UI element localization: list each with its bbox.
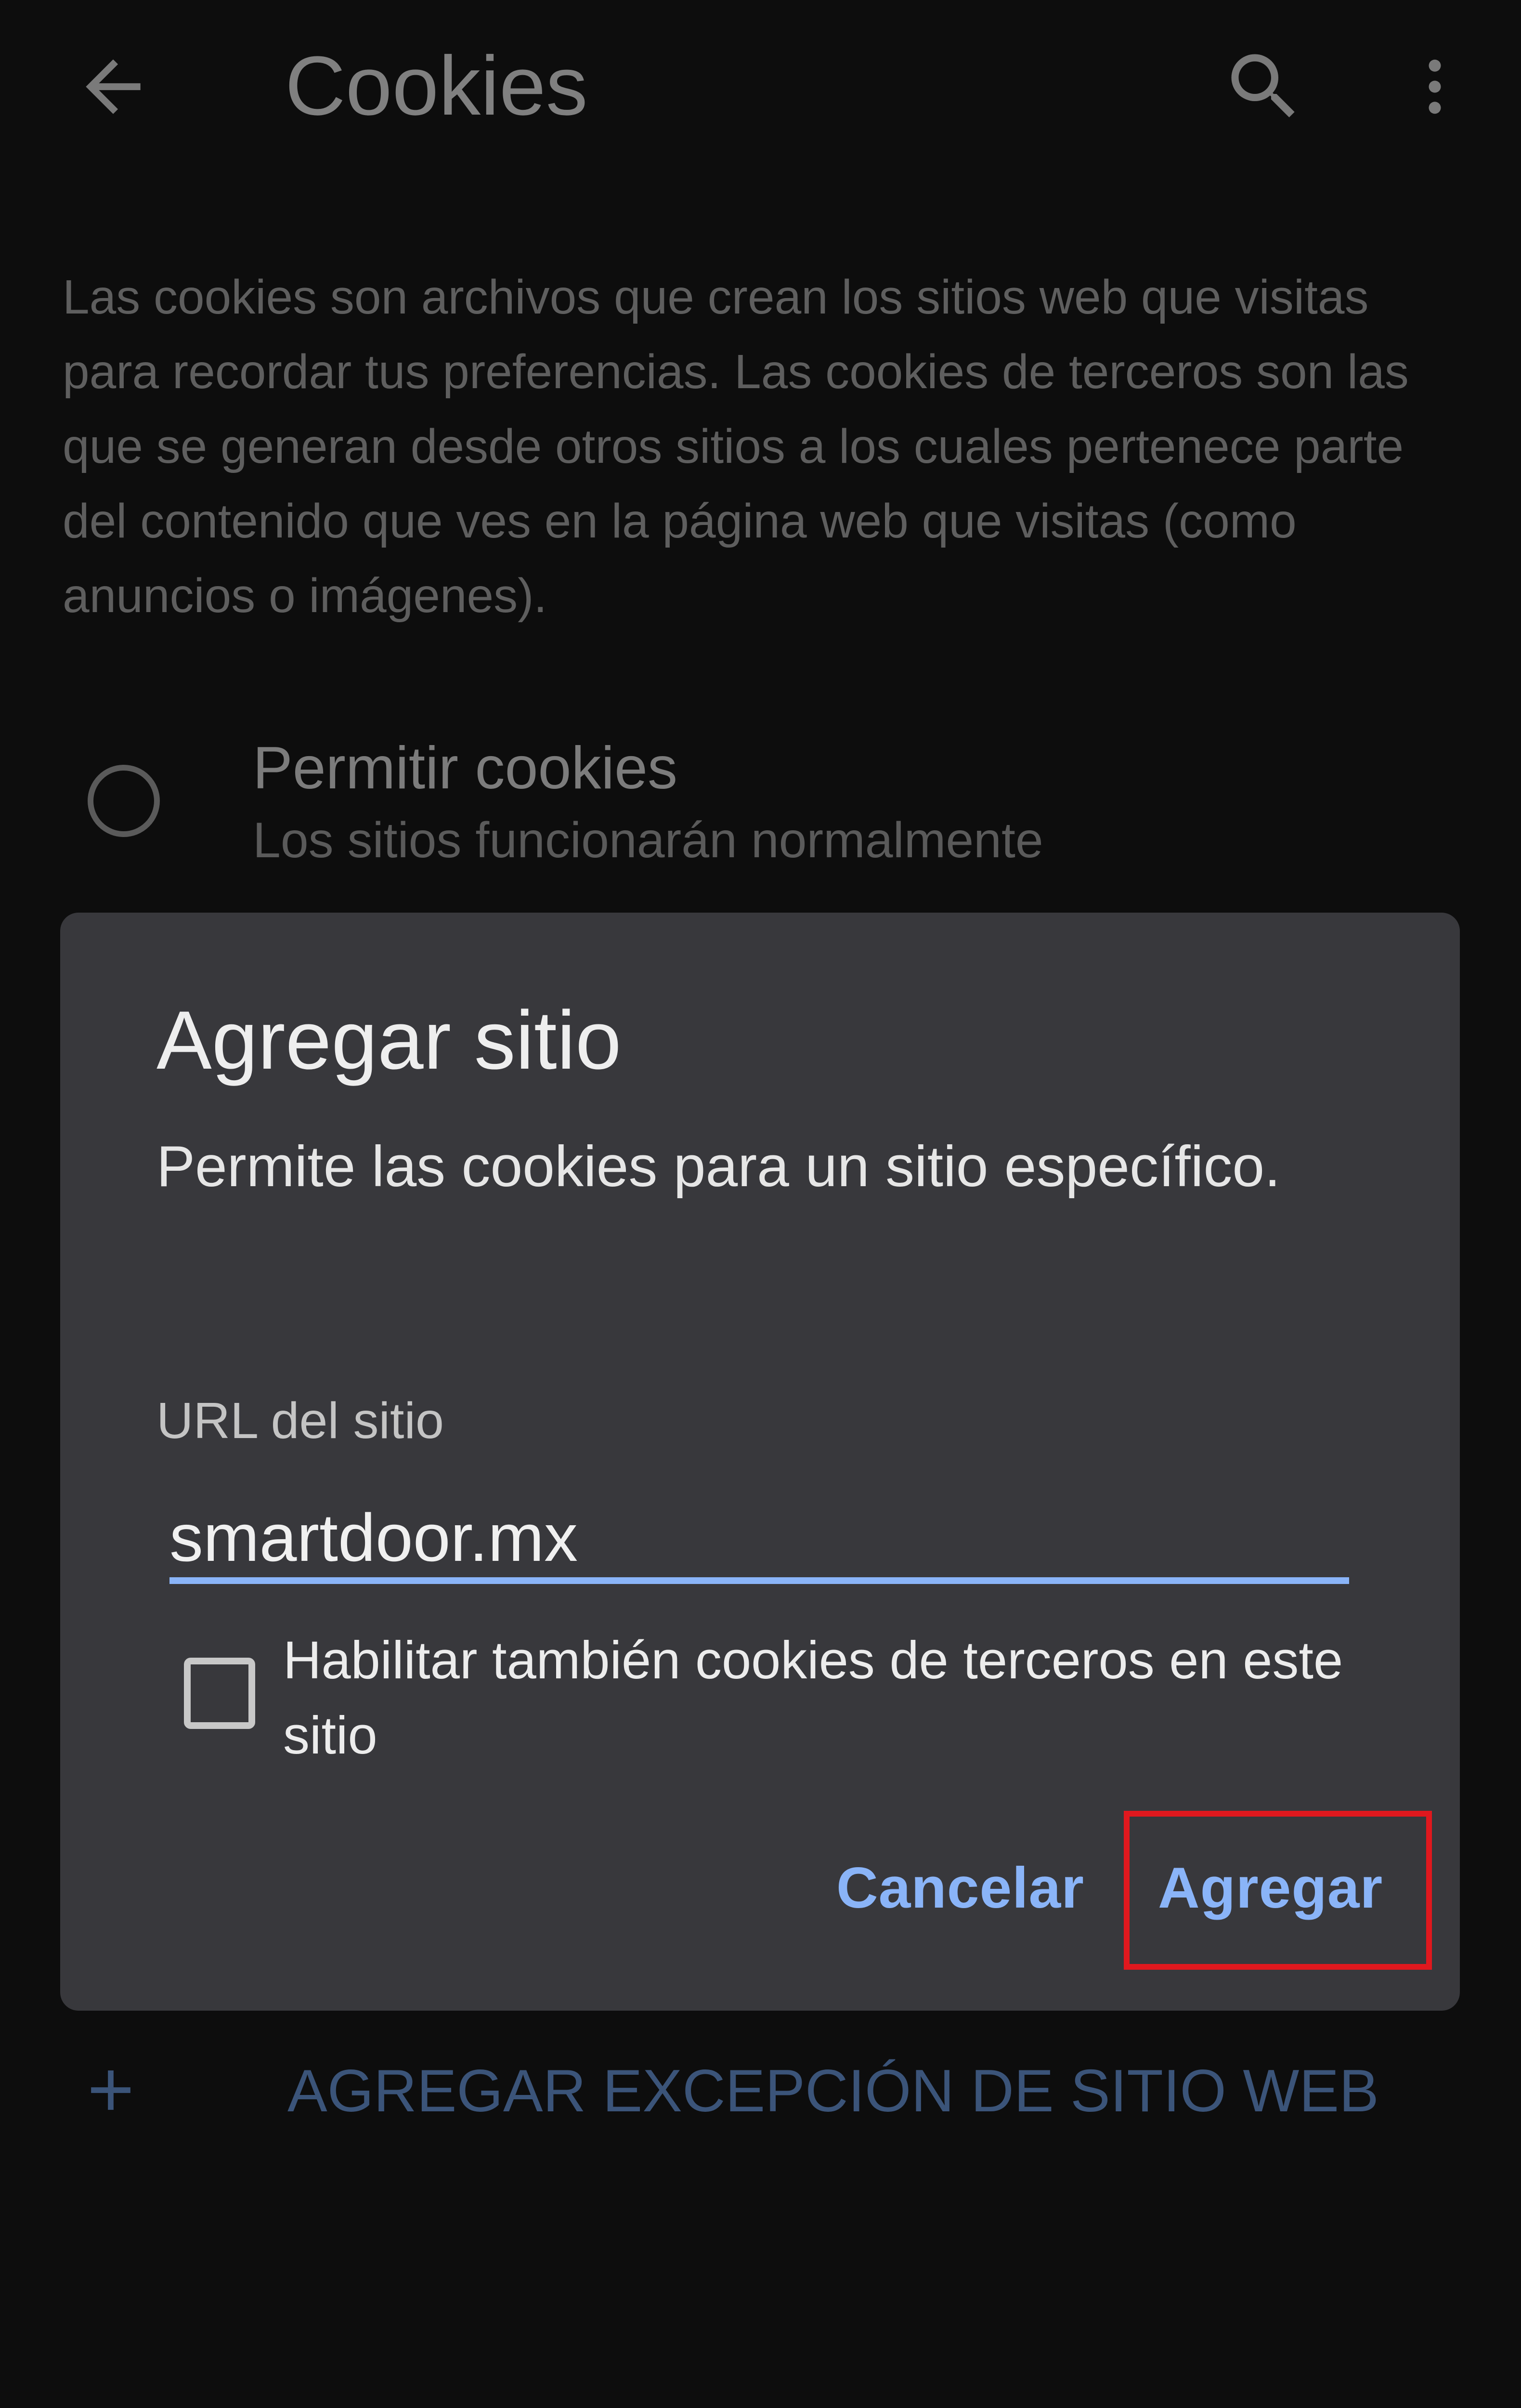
highlight-box xyxy=(1124,1811,1432,1970)
dialog-title: Agregar sitio xyxy=(156,994,622,1086)
cookies-description: Las cookies son archivos que crean los s… xyxy=(63,270,1409,623)
arrow-back-icon[interactable] xyxy=(72,46,154,128)
dialog-message: Permite las cookies para un sitio especí… xyxy=(156,1134,1281,1199)
allow-cookies-radio[interactable] xyxy=(88,765,160,837)
page-title: Cookies xyxy=(285,39,588,132)
site-url-input[interactable] xyxy=(169,1498,1349,1584)
add-site-exception-button[interactable]: AGREGAR EXCEPCIÓN DE SITIO WEB xyxy=(287,2056,1379,2126)
third-party-cookies-label[interactable]: Habilitar también cookies de terceros en… xyxy=(283,1623,1410,1773)
third-party-cookies-checkbox[interactable] xyxy=(184,1658,255,1729)
url-field-label: URL del sitio xyxy=(156,1392,444,1449)
option-title[interactable]: Permitir cookies xyxy=(253,732,677,804)
search-icon[interactable] xyxy=(1221,43,1307,130)
cancel-button[interactable]: Cancelar xyxy=(836,1854,1084,1922)
more-vert-icon[interactable] xyxy=(1399,48,1471,125)
plus-icon[interactable] xyxy=(77,2056,144,2124)
option-subtitle: Los sitios funcionarán normalmente xyxy=(253,812,1043,868)
